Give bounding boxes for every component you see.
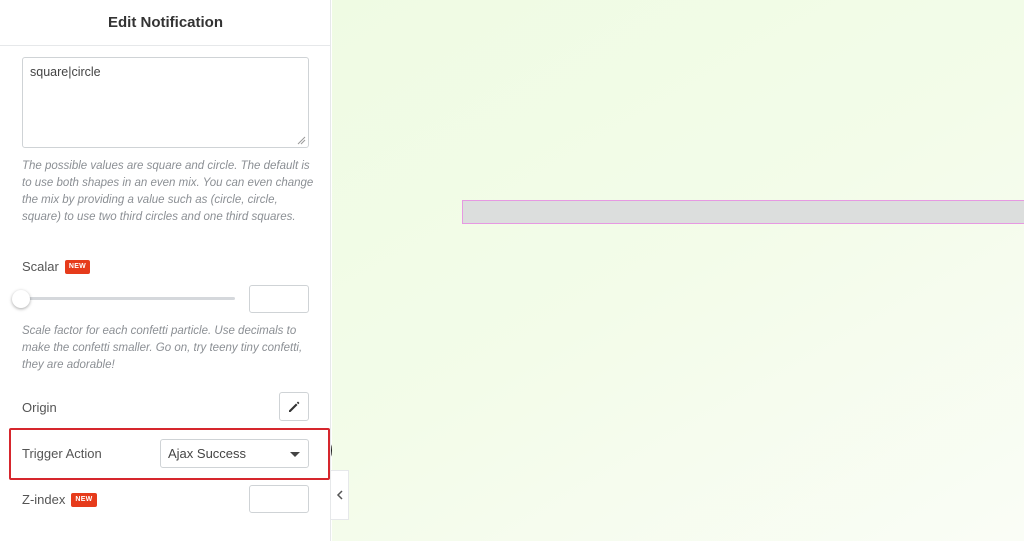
- zindex-input[interactable]: [249, 485, 309, 513]
- shape-textarea-value: square|circle: [30, 65, 101, 79]
- origin-label-row: Origin: [22, 400, 57, 415]
- collapse-panel-toggle[interactable]: [331, 470, 349, 520]
- scalar-slider-thumb[interactable]: [12, 290, 30, 308]
- pencil-icon: [289, 401, 300, 412]
- editor-root: Edit Notification square|circle The poss…: [0, 0, 1024, 541]
- chevron-left-icon: [336, 490, 343, 500]
- preview-canvas[interactable]: [332, 0, 1024, 541]
- origin-edit-button[interactable]: [279, 392, 309, 421]
- scalar-description: Scale factor for each confetti particle.…: [22, 325, 303, 371]
- shape-description: The possible values are square and circl…: [22, 160, 314, 223]
- resize-grip-icon[interactable]: [297, 136, 306, 145]
- scalar-label-row: Scalar NEW: [22, 259, 91, 274]
- zindex-label: Z-index: [22, 492, 66, 507]
- scalar-new-badge: NEW: [64, 259, 91, 274]
- scalar-input[interactable]: [249, 285, 309, 313]
- zindex-new-badge: NEW: [71, 492, 97, 507]
- scalar-label: Scalar: [22, 259, 59, 274]
- shape-textarea[interactable]: square|circle: [22, 57, 309, 148]
- zindex-label-row: Z-index NEW: [22, 492, 97, 507]
- origin-label: Origin: [22, 400, 57, 415]
- trigger-action-highlight: [9, 428, 330, 480]
- notification-bar-preview[interactable]: [462, 200, 1024, 224]
- scalar-slider-track[interactable]: [20, 297, 235, 300]
- panel-header: Edit Notification: [0, 0, 331, 46]
- panel-title: Edit Notification: [108, 14, 223, 31]
